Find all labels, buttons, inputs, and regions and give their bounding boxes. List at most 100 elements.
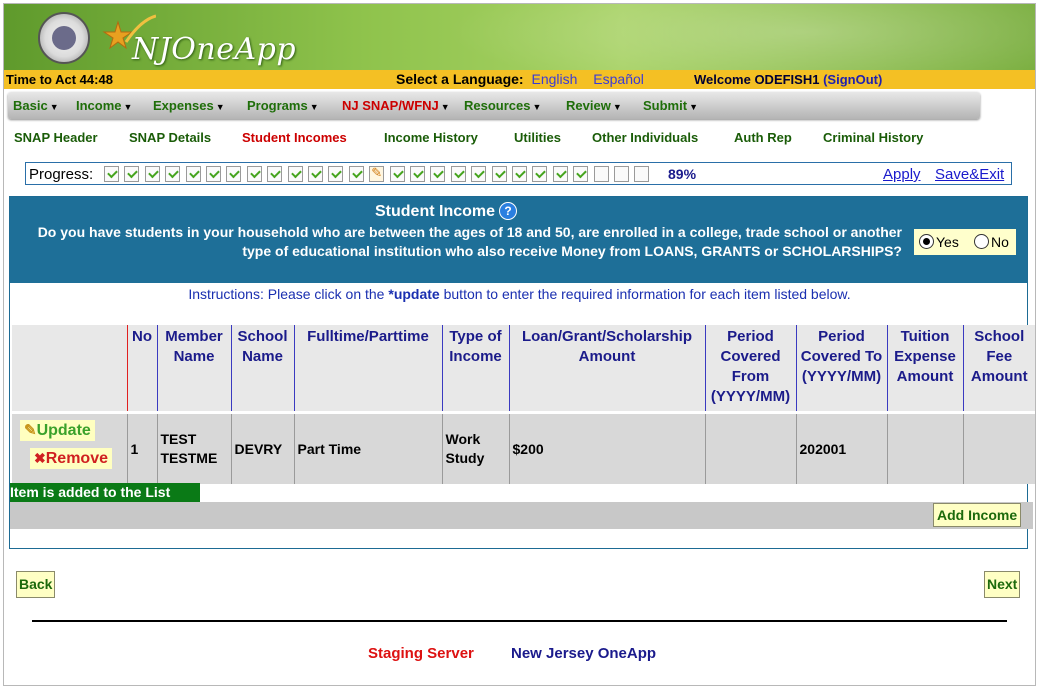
progress-step[interactable]: [614, 166, 629, 182]
footer-server: Staging Server: [368, 645, 474, 662]
progress-step[interactable]: [552, 166, 568, 182]
progress-step[interactable]: [512, 166, 527, 182]
menu-programs[interactable]: Programs ▼: [247, 98, 319, 113]
chevron-down-icon: ▼: [532, 102, 542, 112]
pencil-icon: ✎: [24, 422, 37, 439]
menu-resources[interactable]: Resources ▼: [464, 98, 541, 113]
footer-divider: [32, 620, 1007, 622]
menu-review[interactable]: Review ▼: [566, 98, 622, 113]
yes-no-radio-group: Yes No: [914, 229, 1016, 255]
progress-step[interactable]: [226, 166, 242, 182]
progress-step[interactable]: [532, 166, 548, 182]
banner-swirl: [384, 4, 1035, 70]
progress-label: Progress:: [29, 166, 94, 183]
cell-period-to: 202001: [795, 414, 887, 484]
cell-period-from: [704, 414, 796, 484]
save-exit-link[interactable]: Save&Exit: [935, 166, 1004, 183]
cell-type-of-income: Work Study: [441, 414, 509, 484]
question-text: Do you have students in your household w…: [37, 224, 902, 259]
progress-step[interactable]: [389, 166, 405, 182]
student-income-table: No Member Name School Name Fulltime/Part…: [12, 325, 1035, 484]
menu-nj-snap-wfnj[interactable]: NJ SNAP/WFNJ ▼: [342, 98, 450, 113]
section-title: Student Income?: [375, 202, 518, 221]
progress-step[interactable]: [573, 166, 589, 182]
progress-step[interactable]: [185, 166, 201, 182]
footer-app-name: New Jersey OneApp: [511, 645, 657, 662]
subnav-snap-details[interactable]: SNAP Details: [129, 130, 211, 145]
progress-step[interactable]: [165, 166, 181, 182]
add-income-button[interactable]: Add Income: [933, 503, 1022, 527]
subnav-utilities[interactable]: Utilities: [514, 130, 561, 145]
subnav-income-history[interactable]: Income History: [384, 130, 478, 145]
progress-step[interactable]: [491, 166, 507, 182]
col-school-name: School Name: [230, 325, 294, 411]
section-title-text: Student Income: [375, 203, 496, 220]
welcome-text: Welcome ODEFISH1: [694, 72, 820, 87]
language-spanish-link[interactable]: Español: [593, 71, 644, 87]
progress-step[interactable]: [246, 166, 262, 182]
progress-step[interactable]: [124, 166, 140, 182]
progress-step[interactable]: [369, 165, 385, 182]
subnav-criminal-history[interactable]: Criminal History: [823, 130, 923, 145]
progress-step[interactable]: [593, 166, 609, 182]
chevron-down-icon: ▼: [123, 102, 133, 112]
update-button[interactable]: ✎Update: [20, 420, 95, 441]
app-logo-text: NJOneApp: [132, 32, 297, 67]
progress-step[interactable]: [287, 166, 303, 182]
radio-no[interactable]: [974, 234, 989, 249]
progress-step[interactable]: [104, 166, 119, 182]
subnav-auth-rep[interactable]: Auth Rep: [734, 130, 792, 145]
update-label: Update: [36, 422, 91, 439]
progress-step[interactable]: [348, 166, 364, 182]
remove-button[interactable]: ✖Remove: [30, 448, 112, 469]
progress-step[interactable]: [410, 166, 425, 182]
session-timer: Time to Act 44:48: [6, 72, 113, 87]
progress-step[interactable]: [308, 166, 323, 182]
table-row: ✎Update ✖Remove 1 TEST TESTME DEVRY Part…: [12, 414, 1035, 484]
progress-percent: 89%: [668, 166, 697, 182]
progress-step[interactable]: [206, 166, 221, 182]
table-header-row: No Member Name School Name Fulltime/Part…: [12, 325, 1035, 411]
col-fulltime-parttime: Fulltime/Parttime: [293, 325, 442, 411]
progress-step[interactable]: [634, 166, 650, 182]
menu-income-label: Income: [76, 98, 122, 113]
radio-no-label: No: [991, 234, 1009, 250]
progress-step[interactable]: [430, 166, 446, 182]
help-icon[interactable]: ?: [499, 202, 518, 220]
subnav-snap-header[interactable]: SNAP Header: [14, 130, 98, 145]
chevron-down-icon: ▼: [49, 102, 59, 112]
progress-step[interactable]: [471, 166, 487, 182]
instructions-after: button to enter the required information…: [439, 286, 851, 302]
menu-basic-label: Basic: [13, 98, 48, 113]
remove-label: Remove: [45, 450, 108, 467]
col-type-of-income: Type of Income: [441, 325, 509, 411]
col-school-fee: School Fee Amount: [962, 325, 1035, 411]
menu-income[interactable]: Income ▼: [76, 98, 132, 113]
action-strip: [10, 502, 1033, 529]
progress-step[interactable]: [328, 166, 344, 182]
back-button[interactable]: Back: [16, 571, 56, 598]
language-english-link[interactable]: English: [531, 71, 577, 87]
row-actions-cell: ✎Update ✖Remove: [12, 414, 127, 484]
close-icon: ✖: [34, 450, 46, 466]
cell-no: 1: [126, 414, 157, 484]
menu-resources-label: Resources: [464, 98, 531, 113]
menu-submit[interactable]: Submit ▼: [643, 98, 698, 113]
chevron-down-icon: ▼: [309, 102, 319, 112]
progress-step[interactable]: [144, 166, 160, 182]
col-amount: Loan/Grant/Scholarship Amount: [508, 325, 705, 411]
radio-yes[interactable]: [919, 234, 934, 249]
menu-basic[interactable]: Basic ▼: [13, 98, 59, 113]
signout-link[interactable]: (SignOut): [823, 72, 882, 87]
menu-submit-label: Submit: [643, 98, 688, 113]
col-period-to: Period Covered To (YYYY/MM): [795, 325, 887, 411]
menu-expenses[interactable]: Expenses ▼: [153, 98, 225, 113]
chevron-down-icon: ▼: [215, 102, 225, 112]
next-button[interactable]: Next: [984, 571, 1021, 598]
subnav-student-incomes[interactable]: Student Incomes: [242, 130, 347, 145]
subnav-other-individuals[interactable]: Other Individuals: [592, 130, 698, 145]
main-menu: Basic ▼ Income ▼ Expenses ▼ Programs ▼ NJ SN…: [8, 92, 980, 119]
apply-link[interactable]: Apply: [883, 166, 921, 183]
progress-step[interactable]: [267, 166, 283, 182]
progress-step[interactable]: [450, 166, 466, 182]
